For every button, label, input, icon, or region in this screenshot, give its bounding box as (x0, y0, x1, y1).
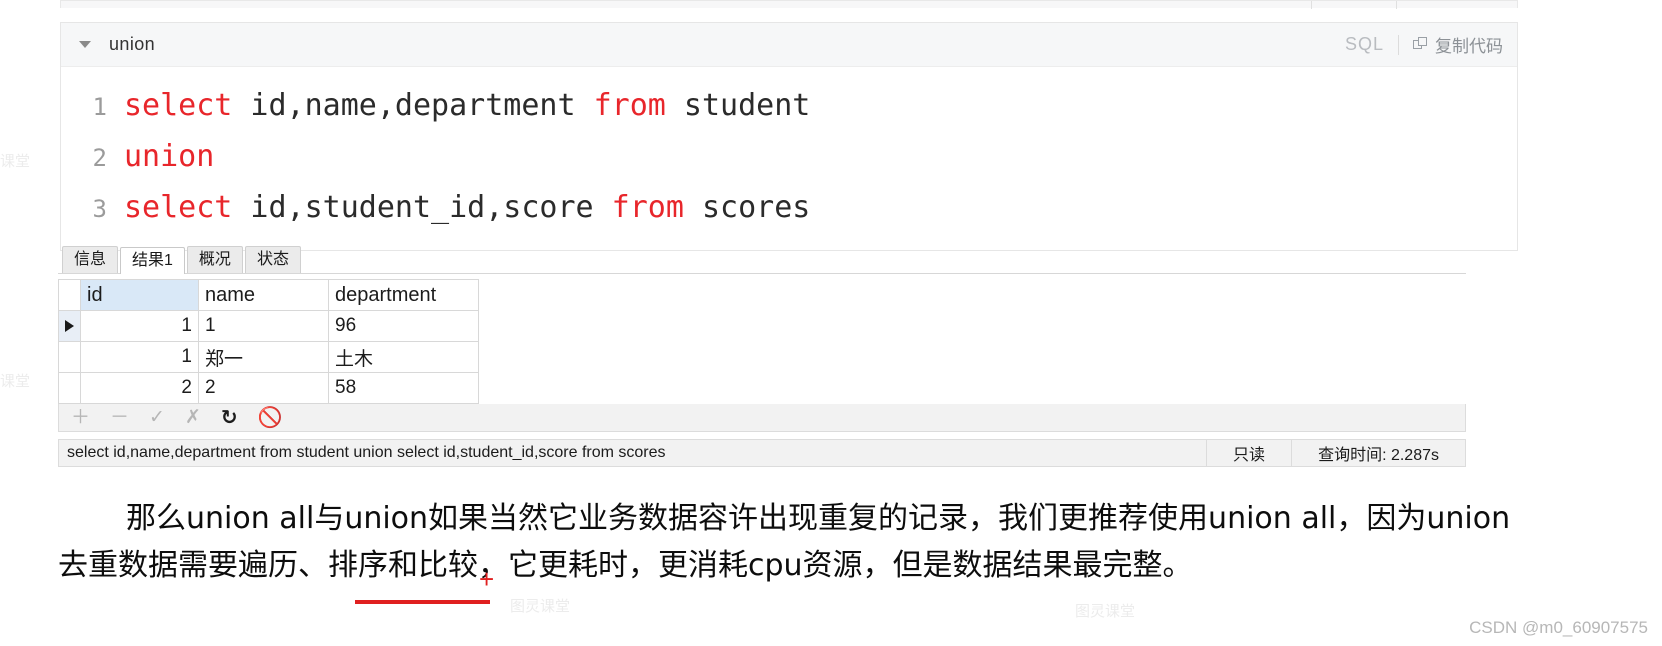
table-row[interactable]: 1 郑一 土木 (58, 341, 479, 373)
code-block-header: union SQL 复制代码 (61, 23, 1517, 67)
code-line-content: union (124, 132, 214, 181)
current-row-arrow-icon (65, 320, 74, 332)
sql-text: id,name,department (232, 88, 594, 123)
sql-keyword: union (124, 139, 215, 174)
faint-watermark-2: 课堂 (0, 373, 31, 390)
grid-cell-id[interactable]: 1 (80, 341, 199, 373)
grid-column-header[interactable]: id (80, 279, 199, 311)
faint-watermark-1: 课堂 (0, 153, 31, 170)
result-tab[interactable]: 概况 (186, 246, 243, 273)
code-line: 2 union (61, 132, 1517, 183)
stop-icon[interactable]: 🚫 (258, 407, 283, 427)
code-line-content: select id,name,department from student (124, 81, 810, 130)
grid-cell-name[interactable]: 1 (198, 310, 329, 342)
code-line-number: 2 (92, 144, 107, 172)
grid-header-row: id name department (58, 279, 479, 311)
sql-keyword: from (593, 88, 666, 123)
row-marker-cell[interactable] (58, 372, 81, 404)
code-block-title: union (109, 34, 156, 54)
status-sql-text: select id,name,department from student u… (67, 444, 666, 461)
grid-cell-department[interactable]: 58 (328, 372, 479, 404)
result-tab[interactable]: 结果1 (120, 247, 185, 274)
red-cross-annotation: + (479, 564, 495, 594)
grid-corner-cell (58, 279, 81, 311)
sql-keyword: from (611, 190, 684, 225)
grid-column-header[interactable]: name (198, 279, 329, 311)
grid-cell-id[interactable]: 1 (80, 310, 199, 342)
table-row[interactable]: 2 2 58 (58, 372, 479, 404)
grid-cell-name[interactable]: 郑一 (198, 341, 329, 373)
faint-watermark-3: 图灵课堂 (510, 598, 571, 615)
result-tab[interactable]: 信息 (62, 246, 119, 273)
collapse-caret-icon[interactable] (79, 41, 91, 48)
row-marker-cell[interactable] (58, 310, 81, 342)
check-icon: ✓ (149, 406, 165, 428)
status-bar: select id,name,department from student u… (58, 439, 1466, 467)
result-tabs: 信息 结果1 概况 状态 (58, 246, 1466, 274)
table-row[interactable]: 1 1 96 (58, 310, 479, 342)
code-block-header-actions: SQL 复制代码 (1345, 32, 1503, 57)
refresh-icon[interactable]: ↻ (221, 407, 238, 427)
code-line-number: 3 (92, 195, 107, 223)
status-query-time: 查询时间: 2.287s (1291, 440, 1465, 466)
previous-code-block-sliver (60, 0, 1518, 9)
sql-keyword: select (124, 190, 233, 225)
code-block-body[interactable]: 1 select id,name,department from student 2… (61, 67, 1517, 250)
sliver-divider-2 (1311, 1, 1312, 9)
copy-code-button[interactable]: 复制代码 (1399, 32, 1503, 57)
red-underline-annotation (355, 600, 490, 604)
cross-icon: ✗ (184, 406, 201, 428)
result-grid[interactable]: id name department 1 1 96 1 郑一 土木 2 2 58 (58, 279, 479, 404)
grid-cell-department[interactable]: 土木 (328, 341, 479, 373)
grid-cell-name[interactable]: 2 (198, 372, 329, 404)
status-readonly: 只读 (1206, 440, 1291, 466)
code-line: 1 select id,name,department from student (61, 81, 1517, 132)
grid-cell-department[interactable]: 96 (328, 310, 479, 342)
code-line-number: 1 (92, 93, 107, 121)
csdn-watermark: CSDN @m0_60907575 (1469, 618, 1648, 637)
sql-text: student (665, 88, 811, 123)
sliver-divider (1396, 1, 1397, 9)
code-block: union SQL 复制代码 1 select id,name,departmen… (60, 22, 1518, 251)
code-line-content: select id,student_id,score from scores (124, 183, 810, 232)
code-line: 3 select id,student_id,score from scores (61, 183, 1517, 234)
sql-text: scores (683, 190, 811, 225)
grid-column-header[interactable]: department (328, 279, 479, 311)
row-marker-cell[interactable] (58, 341, 81, 373)
minus-icon: － (110, 406, 130, 428)
sql-text: id,student_id,score (232, 190, 612, 225)
language-label: SQL (1344, 34, 1384, 54)
grid-cell-id[interactable]: 2 (80, 372, 199, 404)
article-paragraph: 那么union all与union如果当然它业务数据容许出现重复的记录，我们更推… (58, 501, 1511, 583)
result-tab[interactable]: 状态 (244, 246, 301, 273)
sql-keyword: select (124, 88, 233, 123)
result-panel: 信息 结果1 概况 状态 id name department 1 1 96 1 郑一 土木 2 2 58 … (58, 246, 1466, 467)
copy-code-label: 复制代码 (1435, 37, 1503, 56)
faint-watermark-4: 图灵课堂 (1075, 603, 1136, 620)
copy-icon (1413, 37, 1428, 52)
plus-icon: ＋ (71, 406, 91, 428)
grid-toolbar: ＋ － ✓ ✗ ↻ 🚫 (58, 404, 1466, 432)
